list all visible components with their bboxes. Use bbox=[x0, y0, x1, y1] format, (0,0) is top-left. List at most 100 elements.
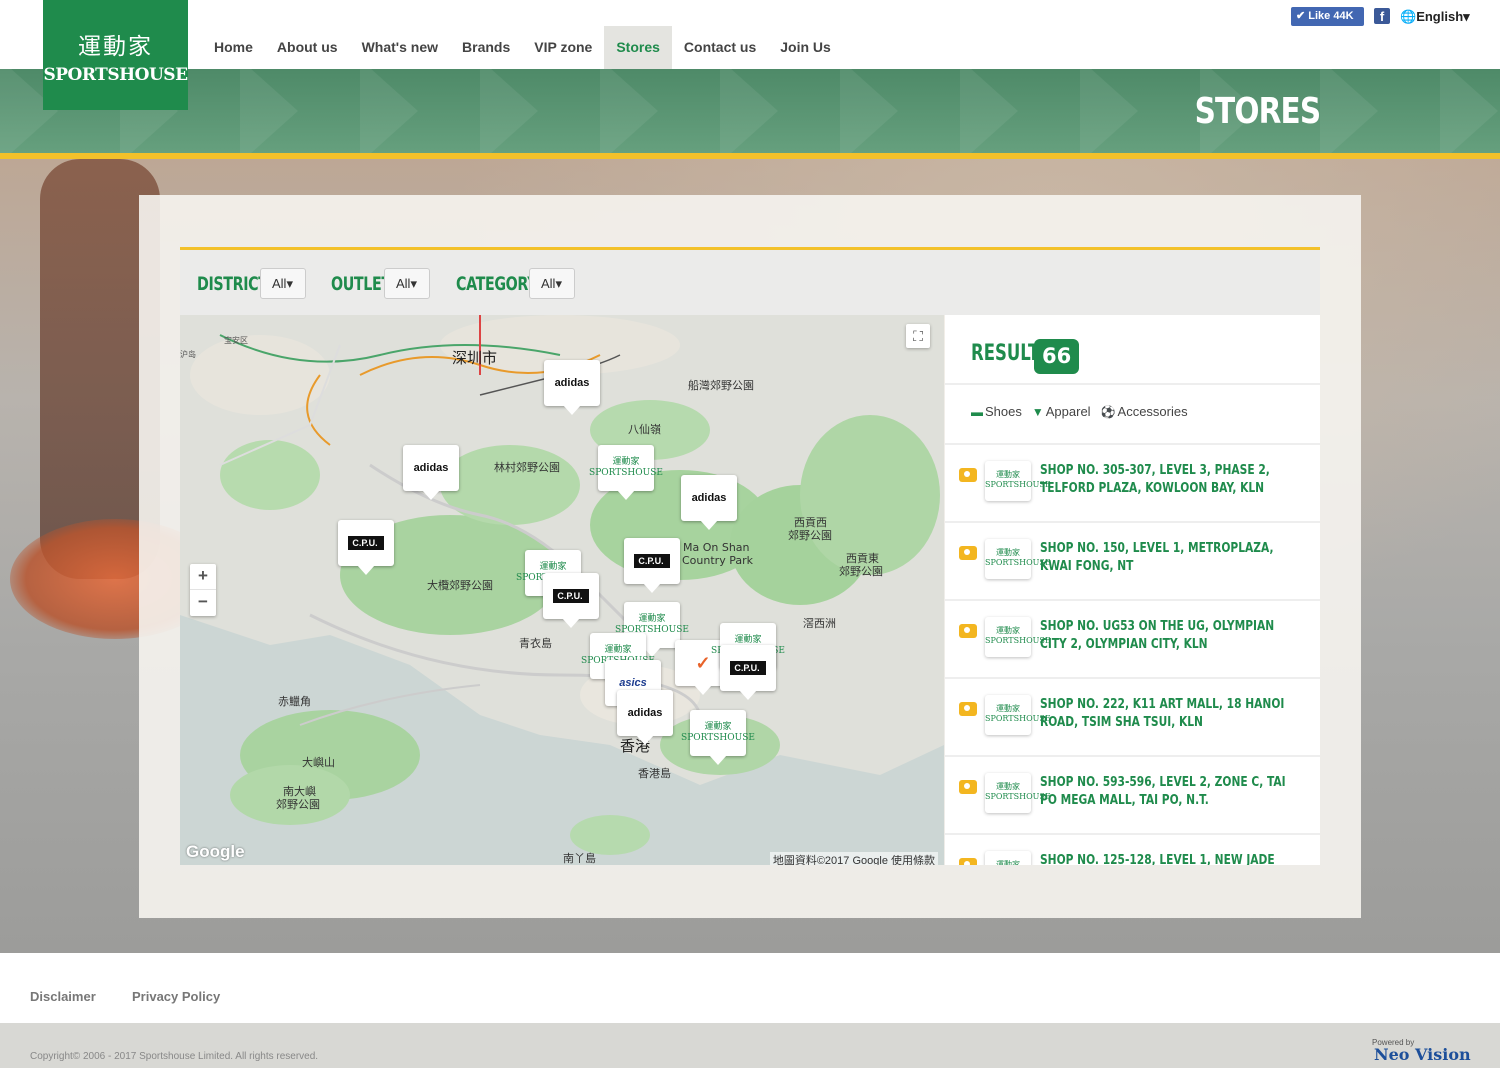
store-logo: 運動家SPORTSHOUSE bbox=[985, 539, 1051, 579]
store-item[interactable]: 運動家 SPORTSHOUSE SHOP NO. 150, LEVEL 1, ME… bbox=[945, 523, 1320, 601]
map-pin-cpu[interactable]: C.P.U. bbox=[543, 573, 599, 628]
cpu-logo-icon: C.P.U. bbox=[730, 661, 766, 675]
privacy-policy-link[interactable]: Privacy Policy bbox=[132, 989, 220, 1004]
google-logo: Google bbox=[186, 842, 245, 861]
footer: Disclaimer Privacy Policy bbox=[0, 953, 1500, 1023]
store-item[interactable]: 運動家 SPORTSHOUSE SHOP NO. UG53 ON THE UG, … bbox=[945, 601, 1320, 679]
fb-like-count: Like 44K bbox=[1308, 10, 1354, 22]
store-logo: 運動家SPORTSHOUSE bbox=[985, 773, 1051, 813]
category-select[interactable]: All▾ bbox=[529, 268, 575, 299]
map-attribution[interactable]: 地圖資料©2017 Google 使用條款 bbox=[769, 852, 938, 865]
camera-icon[interactable] bbox=[959, 702, 977, 716]
store-item[interactable]: 運動家SPORTSHOUSE SHOP NO. 125-128, LEVEL 1… bbox=[945, 835, 1320, 865]
camera-icon[interactable] bbox=[959, 468, 977, 482]
sportshouse-logo[interactable]: 運動家 SPORTSHOUSE bbox=[43, 0, 188, 110]
top-bar: Home About us What's new Brands VIP zone… bbox=[0, 0, 1500, 69]
map-label-shenzhen: 深圳市 bbox=[452, 349, 498, 367]
map-pin-adidas[interactable]: adidas bbox=[681, 475, 737, 530]
map-label-bao-an: 宝安区 bbox=[224, 336, 248, 345]
map-pin-cpu[interactable]: C.P.U. bbox=[624, 538, 680, 593]
store-logo: 運動家SPORTSHOUSE bbox=[985, 851, 1031, 865]
map-pin-cpu[interactable]: C.P.U. bbox=[720, 645, 776, 700]
results-header: RESULT 66 bbox=[945, 315, 1320, 385]
sportshouse-logo-icon: 運動家SPORTSHOUSE bbox=[681, 722, 755, 743]
map-label-tsing-yi: 青衣島 bbox=[519, 637, 552, 650]
nav-stores[interactable]: Stores bbox=[604, 26, 672, 69]
fullscreen-button[interactable]: ⛶ bbox=[906, 324, 930, 348]
adidas-logo-icon: adidas bbox=[413, 462, 449, 474]
map-label-lam-tsuen: 林村郊野公園 bbox=[494, 461, 560, 474]
map-pin-adidas[interactable]: adidas bbox=[544, 360, 600, 415]
camera-icon[interactable] bbox=[959, 546, 977, 560]
store-map[interactable]: 深圳市 沪岛 宝安区 船灣郊野公園 八仙嶺 林村郊野公園 西貢西 郊野公園 西貢… bbox=[180, 315, 944, 865]
store-address[interactable]: SHOP NO. 150, LEVEL 1, METROPLAZA, KWAI … bbox=[1040, 540, 1302, 576]
store-locator-panel: DISTRICT All▾ OUTLET All▾ CATEGORY All▾ bbox=[139, 195, 1361, 918]
results-title: RESULT bbox=[971, 341, 1040, 366]
camera-icon[interactable] bbox=[959, 624, 977, 638]
map-pin-adidas[interactable]: adidas bbox=[617, 690, 673, 745]
map-label-kau-sai: 滘西洲 bbox=[803, 617, 836, 630]
disclaimer-link[interactable]: Disclaimer bbox=[30, 989, 96, 1004]
district-label: DISTRICT bbox=[197, 273, 268, 295]
cpu-logo-icon: C.P.U. bbox=[634, 554, 670, 568]
nav-home[interactable]: Home bbox=[202, 26, 265, 69]
map-label-chek-lap-kok: 赤鱲角 bbox=[278, 695, 311, 708]
store-address[interactable]: SHOP NO. 593-596, LEVEL 2, ZONE C, TAI P… bbox=[1040, 774, 1302, 810]
page-banner: STORES bbox=[0, 69, 1500, 154]
map-label-tai-yue-shan: 大嶼山 bbox=[302, 756, 335, 769]
nav-brands[interactable]: Brands bbox=[450, 26, 522, 69]
facebook-icon[interactable]: f bbox=[1374, 8, 1390, 24]
nav-contact-us[interactable]: Contact us bbox=[672, 26, 768, 69]
outlet-select[interactable]: All▾ bbox=[384, 268, 430, 299]
nav-vip-zone[interactable]: VIP zone bbox=[522, 26, 604, 69]
asics-logo-icon: asics bbox=[619, 677, 647, 689]
store-address[interactable]: SHOP NO. 125-128, LEVEL 1, NEW JADE SHOP… bbox=[1040, 852, 1302, 865]
district-select[interactable]: All▾ bbox=[260, 268, 306, 299]
store-item[interactable]: 運動家 SPORTSHOUSE SHOP NO. 593-596, LEVEL 2… bbox=[945, 757, 1320, 835]
map-label-sai-kung-east-2: 郊野公園 bbox=[839, 565, 883, 578]
category-accessories[interactable]: ⚽ Accessories bbox=[1101, 404, 1188, 419]
language-selector[interactable]: 🌐English▾ bbox=[1400, 9, 1470, 25]
map-label-country-park: Country Park bbox=[682, 554, 753, 567]
apparel-icon: ▼ bbox=[1031, 405, 1044, 419]
cpu-logo-icon: C.P.U. bbox=[348, 536, 384, 550]
shoe-icon: ▬ bbox=[971, 405, 983, 419]
results-count-badge: 66 bbox=[1034, 339, 1080, 374]
nav-whats-new[interactable]: What's new bbox=[350, 26, 450, 69]
category-shoes[interactable]: ▬ Shoes bbox=[971, 404, 1022, 419]
camera-icon[interactable] bbox=[959, 858, 977, 865]
neo-vision-logo[interactable]: Neo Vision bbox=[1374, 1045, 1471, 1064]
camera-icon[interactable] bbox=[959, 780, 977, 794]
adidas-logo-icon: adidas bbox=[691, 492, 727, 504]
map-pin-cpu[interactable]: C.P.U. bbox=[338, 520, 394, 575]
nav-join-us[interactable]: Join Us bbox=[768, 26, 843, 69]
zoom-in-button[interactable]: + bbox=[190, 564, 216, 590]
store-address[interactable]: SHOP NO. 222, K11 ART MALL, 18 HANOI ROA… bbox=[1040, 696, 1302, 732]
category-legend: ▬ Shoes ▼ Apparel ⚽ Accessories bbox=[971, 404, 1188, 419]
fullscreen-icon: ⛶ bbox=[913, 328, 923, 344]
logo-chinese: 運動家 bbox=[78, 34, 153, 60]
map-pin-sportshouse[interactable]: 運動家SPORTSHOUSE bbox=[681, 710, 755, 765]
map-pin-adidas[interactable]: adidas bbox=[403, 445, 459, 500]
category-apparel[interactable]: ▼ Apparel bbox=[1032, 404, 1091, 419]
outlet-label: OUTLET bbox=[331, 273, 391, 295]
store-item[interactable]: 運動家 SPORTSHOUSE SHOP NO. 305-307, LEVEL 3… bbox=[945, 445, 1320, 523]
copyright-text: Copyright© 2006 - 2017 Sportshouse Limit… bbox=[30, 1051, 319, 1062]
store-address[interactable]: SHOP NO. UG53 ON THE UG, OLYMPIAN CITY 2… bbox=[1040, 618, 1302, 654]
category-label: CATEGORY bbox=[456, 273, 538, 295]
logo-english: SPORTSHOUSE bbox=[43, 65, 188, 85]
store-address[interactable]: SHOP NO. 305-307, LEVEL 3, PHASE 2, TELF… bbox=[1040, 462, 1302, 498]
zoom-out-button[interactable]: − bbox=[190, 590, 216, 616]
map-label-plover-cove: 船灣郊野公園 bbox=[688, 379, 754, 392]
nav-about-us[interactable]: About us bbox=[265, 26, 350, 69]
map-label-hk-island: 香港島 bbox=[638, 767, 671, 780]
cpu-logo-icon: C.P.U. bbox=[553, 589, 589, 603]
map-label-lamma: 南丫島 bbox=[563, 852, 596, 865]
map-label-left-edge: 沪岛 bbox=[180, 350, 196, 359]
map-label-sai-kung-west-2: 郊野公園 bbox=[788, 529, 832, 542]
sportshouse-logo-icon: 運動家SPORTSHOUSE bbox=[589, 457, 663, 478]
map-pin-sportshouse[interactable]: 運動家SPORTSHOUSE bbox=[589, 445, 663, 500]
copyright-bar: Copyright© 2006 - 2017 Sportshouse Limit… bbox=[0, 1023, 1500, 1068]
facebook-like-button[interactable]: ✔ Like 44K bbox=[1291, 7, 1364, 26]
store-item[interactable]: 運動家 SPORTSHOUSE SHOP NO. 222, K11 ART MAL… bbox=[945, 679, 1320, 757]
